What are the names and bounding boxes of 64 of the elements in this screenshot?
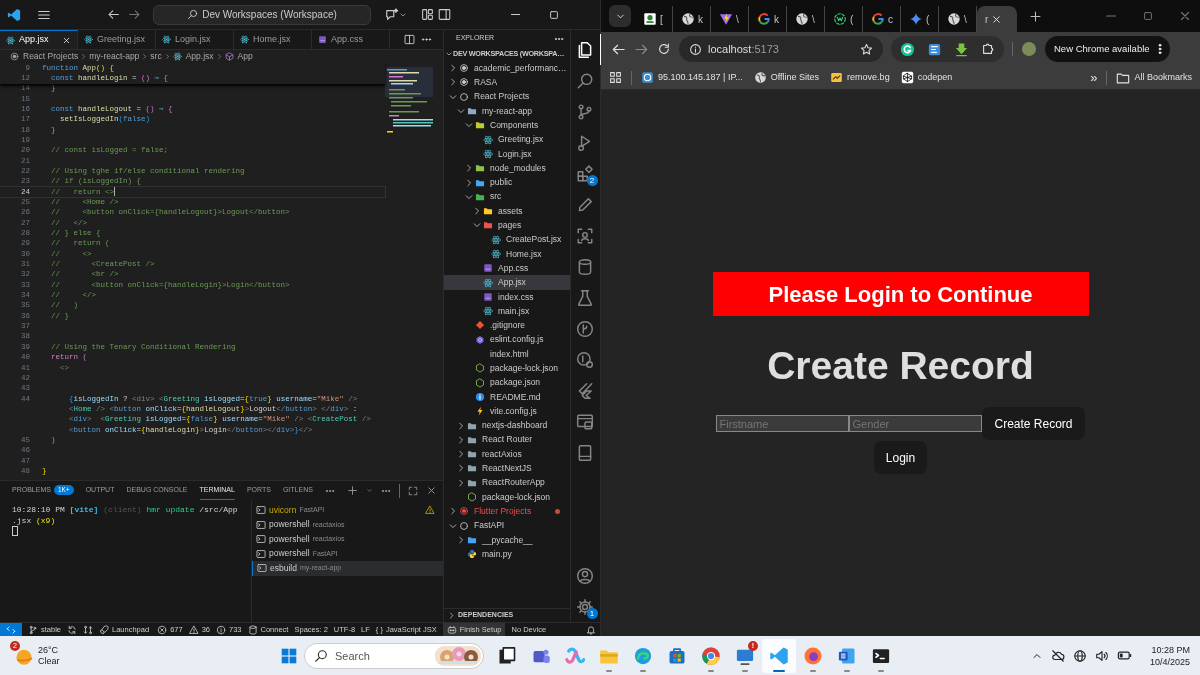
tree-item[interactable]: ReactNextJS (444, 461, 570, 476)
tree-item[interactable]: Login.jsx (444, 146, 570, 162)
tree-item[interactable]: eslint.config.js (444, 332, 570, 347)
breadcrumb-item[interactable]: App.jsx (172, 50, 214, 63)
command-center[interactable]: Dev Workspaces (Workspace) (153, 4, 371, 25)
tree-item[interactable]: React Projects (444, 89, 570, 104)
tree-item[interactable]: academic_performanc… (444, 61, 570, 76)
tree-item[interactable]: CreatePost.jsx (444, 232, 570, 247)
tree-item[interactable]: main.py (444, 547, 570, 562)
breadcrumb-item[interactable]: App (224, 50, 253, 63)
tree-item[interactable]: Components (444, 118, 570, 133)
breadcrumb-item[interactable]: src (150, 50, 162, 63)
tree-item[interactable]: reactAxios (444, 447, 570, 462)
login-button[interactable]: Login (873, 441, 928, 474)
bookmark[interactable]: codepen (900, 70, 953, 85)
bookmark[interactable]: Offline Sites (753, 70, 820, 85)
tree-item[interactable]: my-react-app (444, 103, 570, 119)
create-record-button[interactable]: Create Record (982, 407, 1085, 440)
update-button[interactable]: New Chrome available (1045, 36, 1170, 62)
login-banner: Please Login to Continue (712, 272, 1089, 316)
tree-item[interactable]: package-lock.json (444, 489, 570, 505)
tree-item[interactable]: index.css (444, 289, 570, 305)
tree-item[interactable]: .gitignore (444, 318, 570, 333)
more-bookmarks-button[interactable]: » (1090, 67, 1098, 88)
bookmark-folder[interactable]: All Bookmarks (1116, 70, 1200, 85)
bookmark[interactable]: remove.bg (830, 70, 890, 85)
tree-item[interactable]: Home.jsx (444, 246, 570, 262)
tree-item[interactable]: __pycache__ (444, 532, 570, 548)
temperature-text: 26°C (38, 644, 60, 656)
bookmark[interactable]: 95.100.145.187 | IP... (641, 70, 743, 85)
count-badge: 1 (586, 608, 598, 619)
clock[interactable]: 10:28 PM 10/4/2025 (1149, 643, 1190, 668)
editor-tab[interactable]: App.jsx (0, 30, 78, 49)
tree-item[interactable]: RASA (444, 75, 570, 90)
tree-item[interactable]: package.json (444, 375, 570, 390)
browser-tab[interactable]: r (977, 6, 1017, 32)
count-badge: 2 (586, 175, 598, 186)
page-heading: Create Record (767, 343, 1034, 389)
tree-item[interactable]: nextjs-dashboard (444, 418, 570, 433)
tree-item[interactable]: index.html (444, 346, 570, 362)
tree-item[interactable]: ReactRouterApp (444, 475, 570, 490)
url-text: localhost:5173 (708, 41, 779, 57)
tree-item[interactable]: pages (444, 218, 570, 233)
tree-item[interactable]: vite.config.js (444, 404, 570, 419)
address-bar[interactable]: localhost:5173 (679, 36, 883, 62)
tree-item[interactable]: App.jsx (444, 275, 570, 290)
tree-item[interactable]: public (444, 175, 570, 190)
terminal-line: .jsx (x9) (12, 515, 57, 526)
tree-item[interactable]: App.css (444, 261, 570, 276)
tree-item[interactable]: main.jsx (444, 304, 570, 319)
tree-item[interactable]: package-lock.json (444, 361, 570, 376)
tree-item[interactable]: README.md (444, 389, 570, 405)
tree-item[interactable]: FastAPI (444, 518, 570, 533)
tree-item[interactable]: src (444, 189, 570, 204)
breadcrumb-item[interactable]: React Projects (10, 50, 79, 63)
tree-item[interactable]: Flutter Projects (444, 504, 570, 519)
tree-item[interactable]: assets (444, 203, 570, 219)
tree-item[interactable]: React Router (444, 432, 570, 447)
tree-item[interactable]: Greeting.jsx (444, 132, 570, 147)
weather-condition: Clear (38, 655, 60, 667)
text-field[interactable]: Firstname (716, 415, 850, 432)
tree-item[interactable]: node_modules (444, 161, 570, 176)
breadcrumb-item[interactable]: my-react-app (89, 50, 140, 63)
text-field[interactable]: Gender (849, 415, 983, 432)
